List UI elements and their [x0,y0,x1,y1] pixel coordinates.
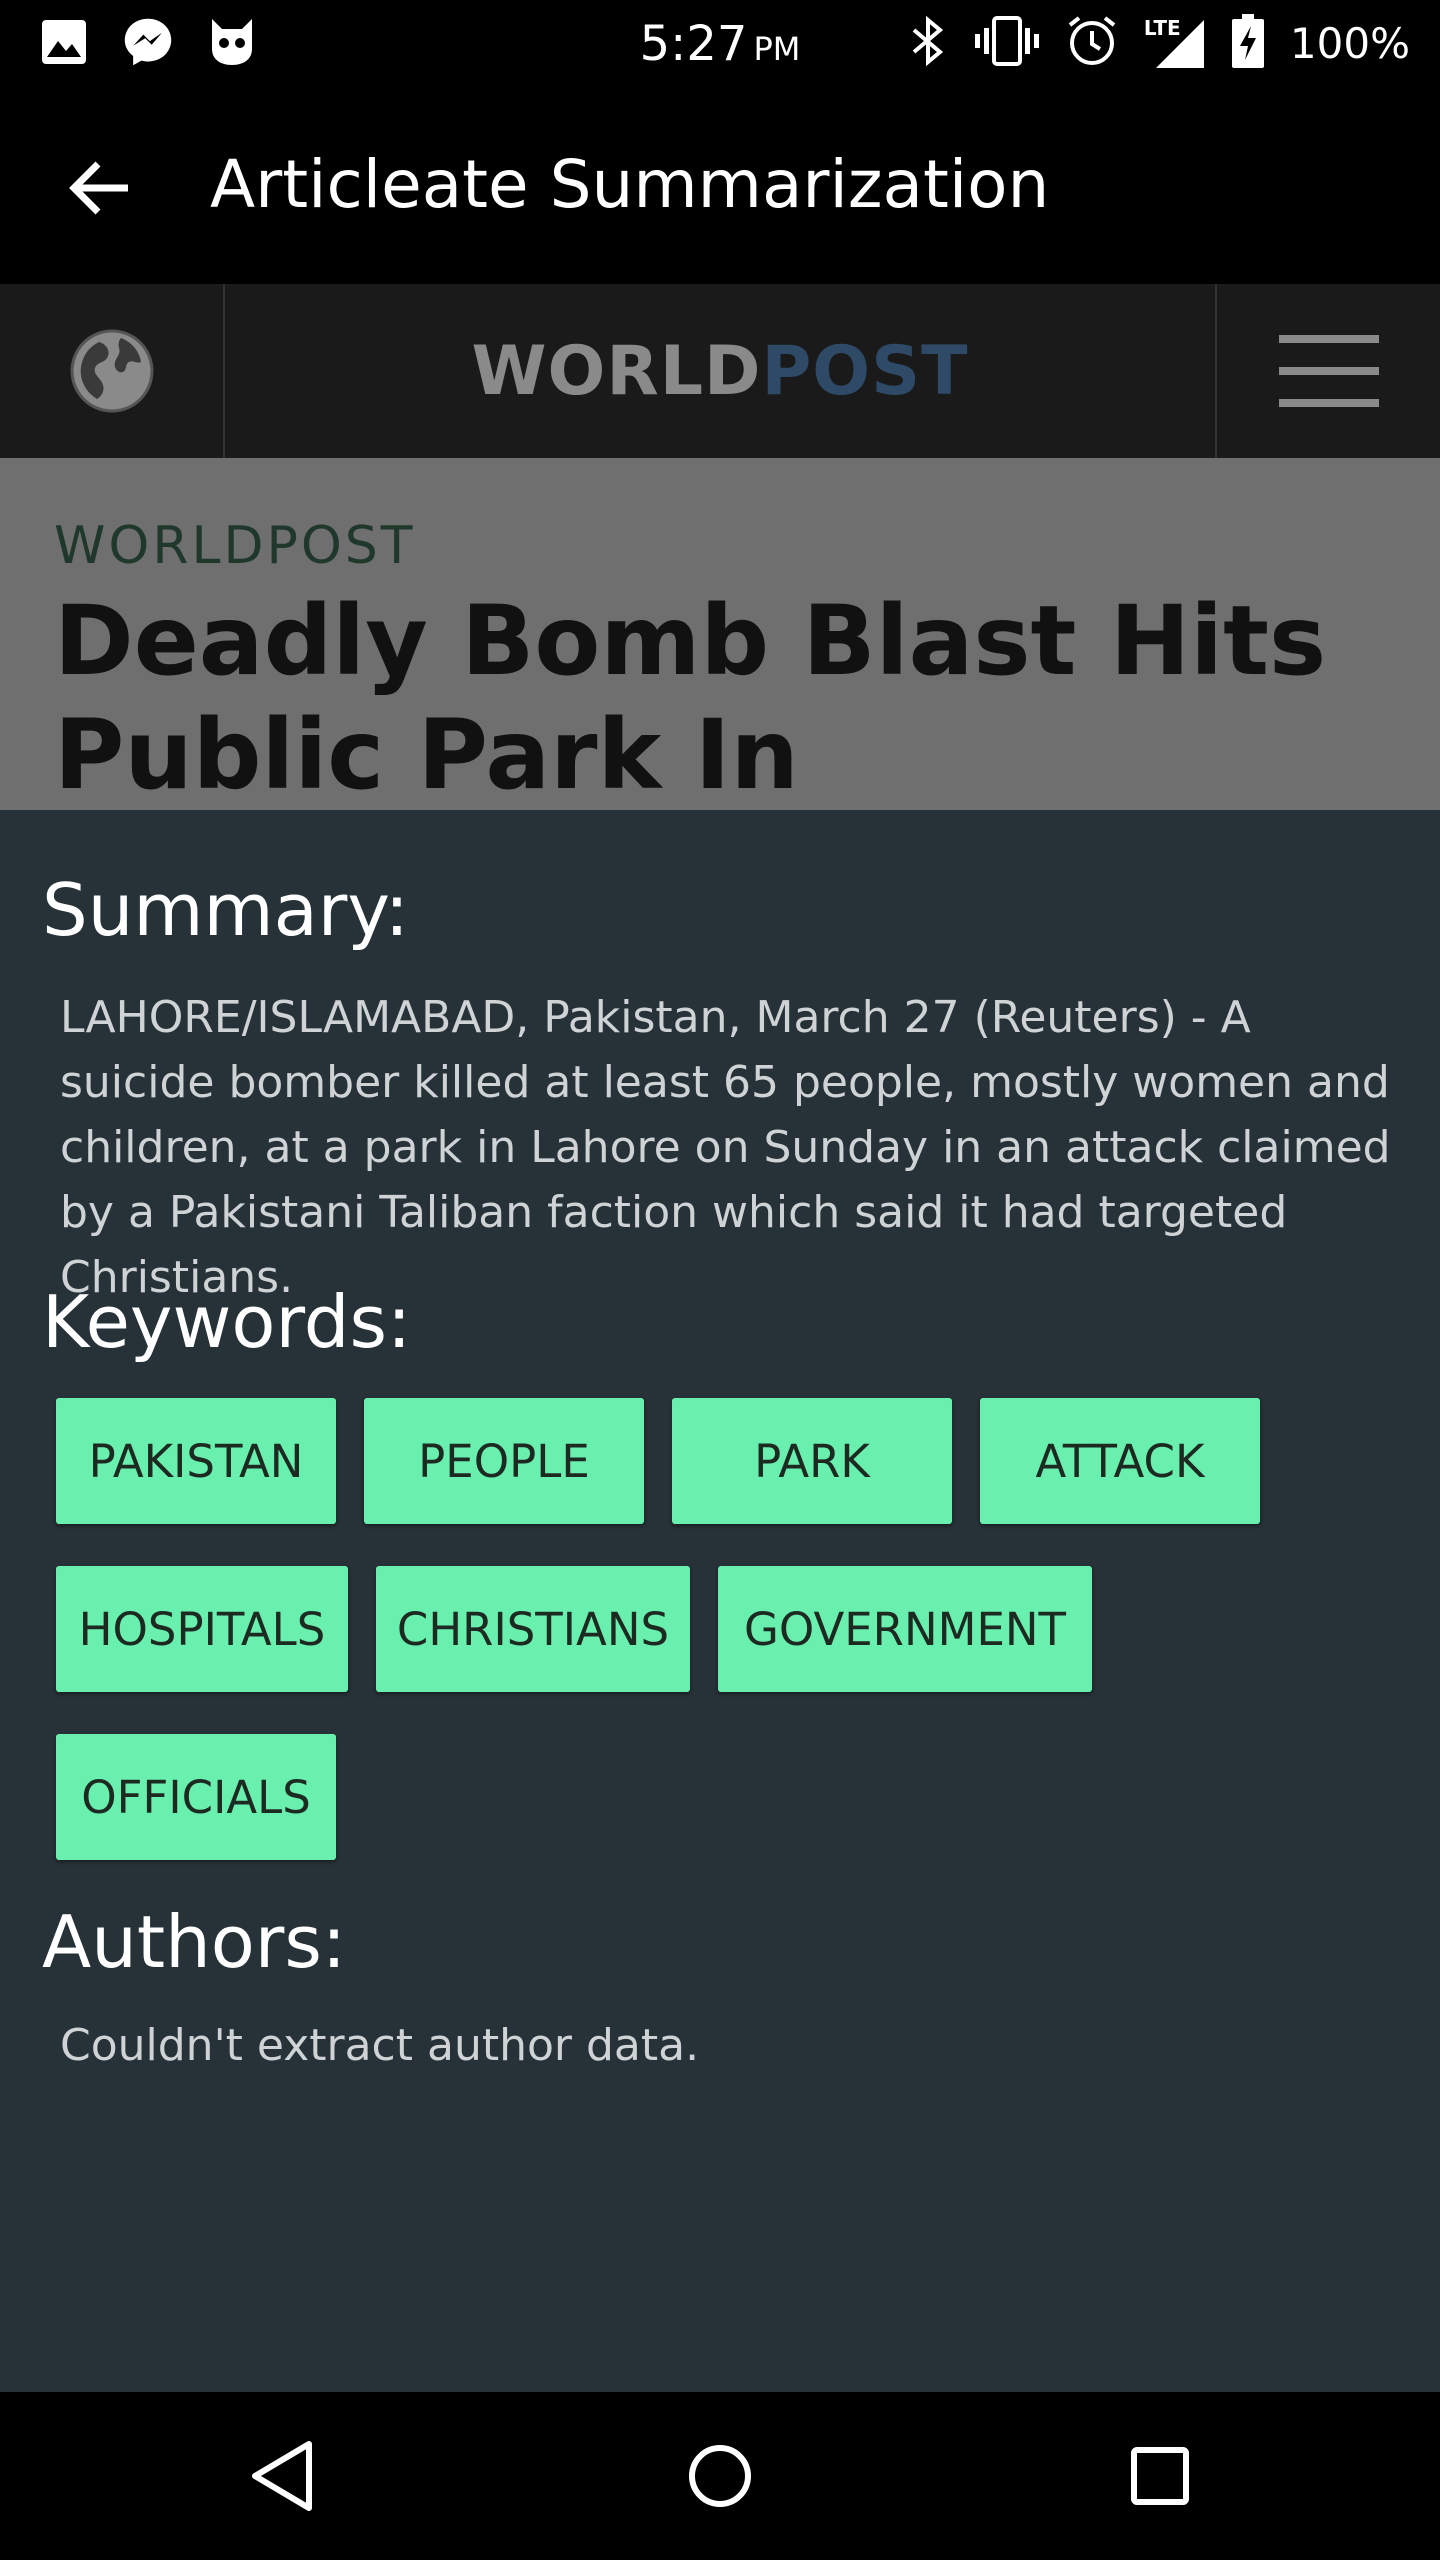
battery-percent: 100% [1289,18,1410,68]
arrow-back-icon [69,161,128,215]
article-section-label[interactable]: WORLDPOST [54,516,416,576]
keyword-chip[interactable]: PARK [672,1398,952,1524]
keywords-heading: Keywords: [42,1280,412,1364]
keywords-row-2: HOSPITALS CHRISTIANS GOVERNMENT [56,1566,1092,1692]
worldpost-logo[interactable]: WORLD POST [225,284,1215,458]
article-webview[interactable]: WORLD POST WORLDPOST Deadly Bomb Blast Hi… [0,284,1440,810]
back-button[interactable] [56,144,144,232]
authors-text: Couldn't extract author data. [60,2020,700,2071]
app-bar: Articleate Summarization [0,92,1440,284]
hamburger-menu-icon [1278,335,1379,407]
keywords-row-1: PAKISTAN PEOPLE PARK ATTACK [56,1398,1260,1524]
alarm-icon [1066,15,1118,71]
system-nav-bar [0,2392,1440,2560]
nav-back-icon [252,2441,312,2511]
keyword-chip[interactable]: OFFICIALS [56,1734,336,1860]
authors-heading: Authors: [42,1900,347,1984]
signal-icon: LTE [1144,16,1206,70]
keyword-chip[interactable]: PAKISTAN [56,1398,336,1524]
keyword-chip[interactable]: PEOPLE [364,1398,644,1524]
keyword-chip[interactable]: GOVERNMENT [718,1566,1092,1692]
keyword-chip[interactable]: HOSPITALS [56,1566,348,1692]
summary-heading: Summary: [42,868,409,952]
globe-button[interactable] [0,284,225,458]
status-bar: 5:27 PM LTE 100% [0,0,1440,92]
vibrate-icon [974,16,1040,70]
keyword-chip[interactable]: ATTACK [980,1398,1260,1524]
app-title: Articleate Summarization [210,146,1050,223]
nav-home-button[interactable] [670,2426,770,2526]
site-header: WORLD POST [0,284,1440,458]
nav-back-button[interactable] [232,2426,332,2526]
globe-icon [70,329,153,413]
nav-recents-icon [1131,2447,1189,2505]
summary-sheet: Summary: LAHORE/ISLAMABAD, Pakistan, Mar… [0,810,1440,2392]
battery-charging-icon [1231,14,1264,72]
nav-home-icon [689,2445,751,2507]
site-menu-button[interactable] [1215,284,1440,458]
summary-text: LAHORE/ISLAMABAD, Pakistan, March 27 (Re… [60,992,1391,1303]
keyword-chip[interactable]: CHRISTIANS [376,1566,690,1692]
keywords-row-3: OFFICIALS [56,1734,336,1860]
nav-recents-button[interactable] [1110,2426,1210,2526]
bluetooth-icon [908,14,948,72]
article-headline: Deadly Bomb Blast Hits Public Park In Pa… [54,585,1327,810]
